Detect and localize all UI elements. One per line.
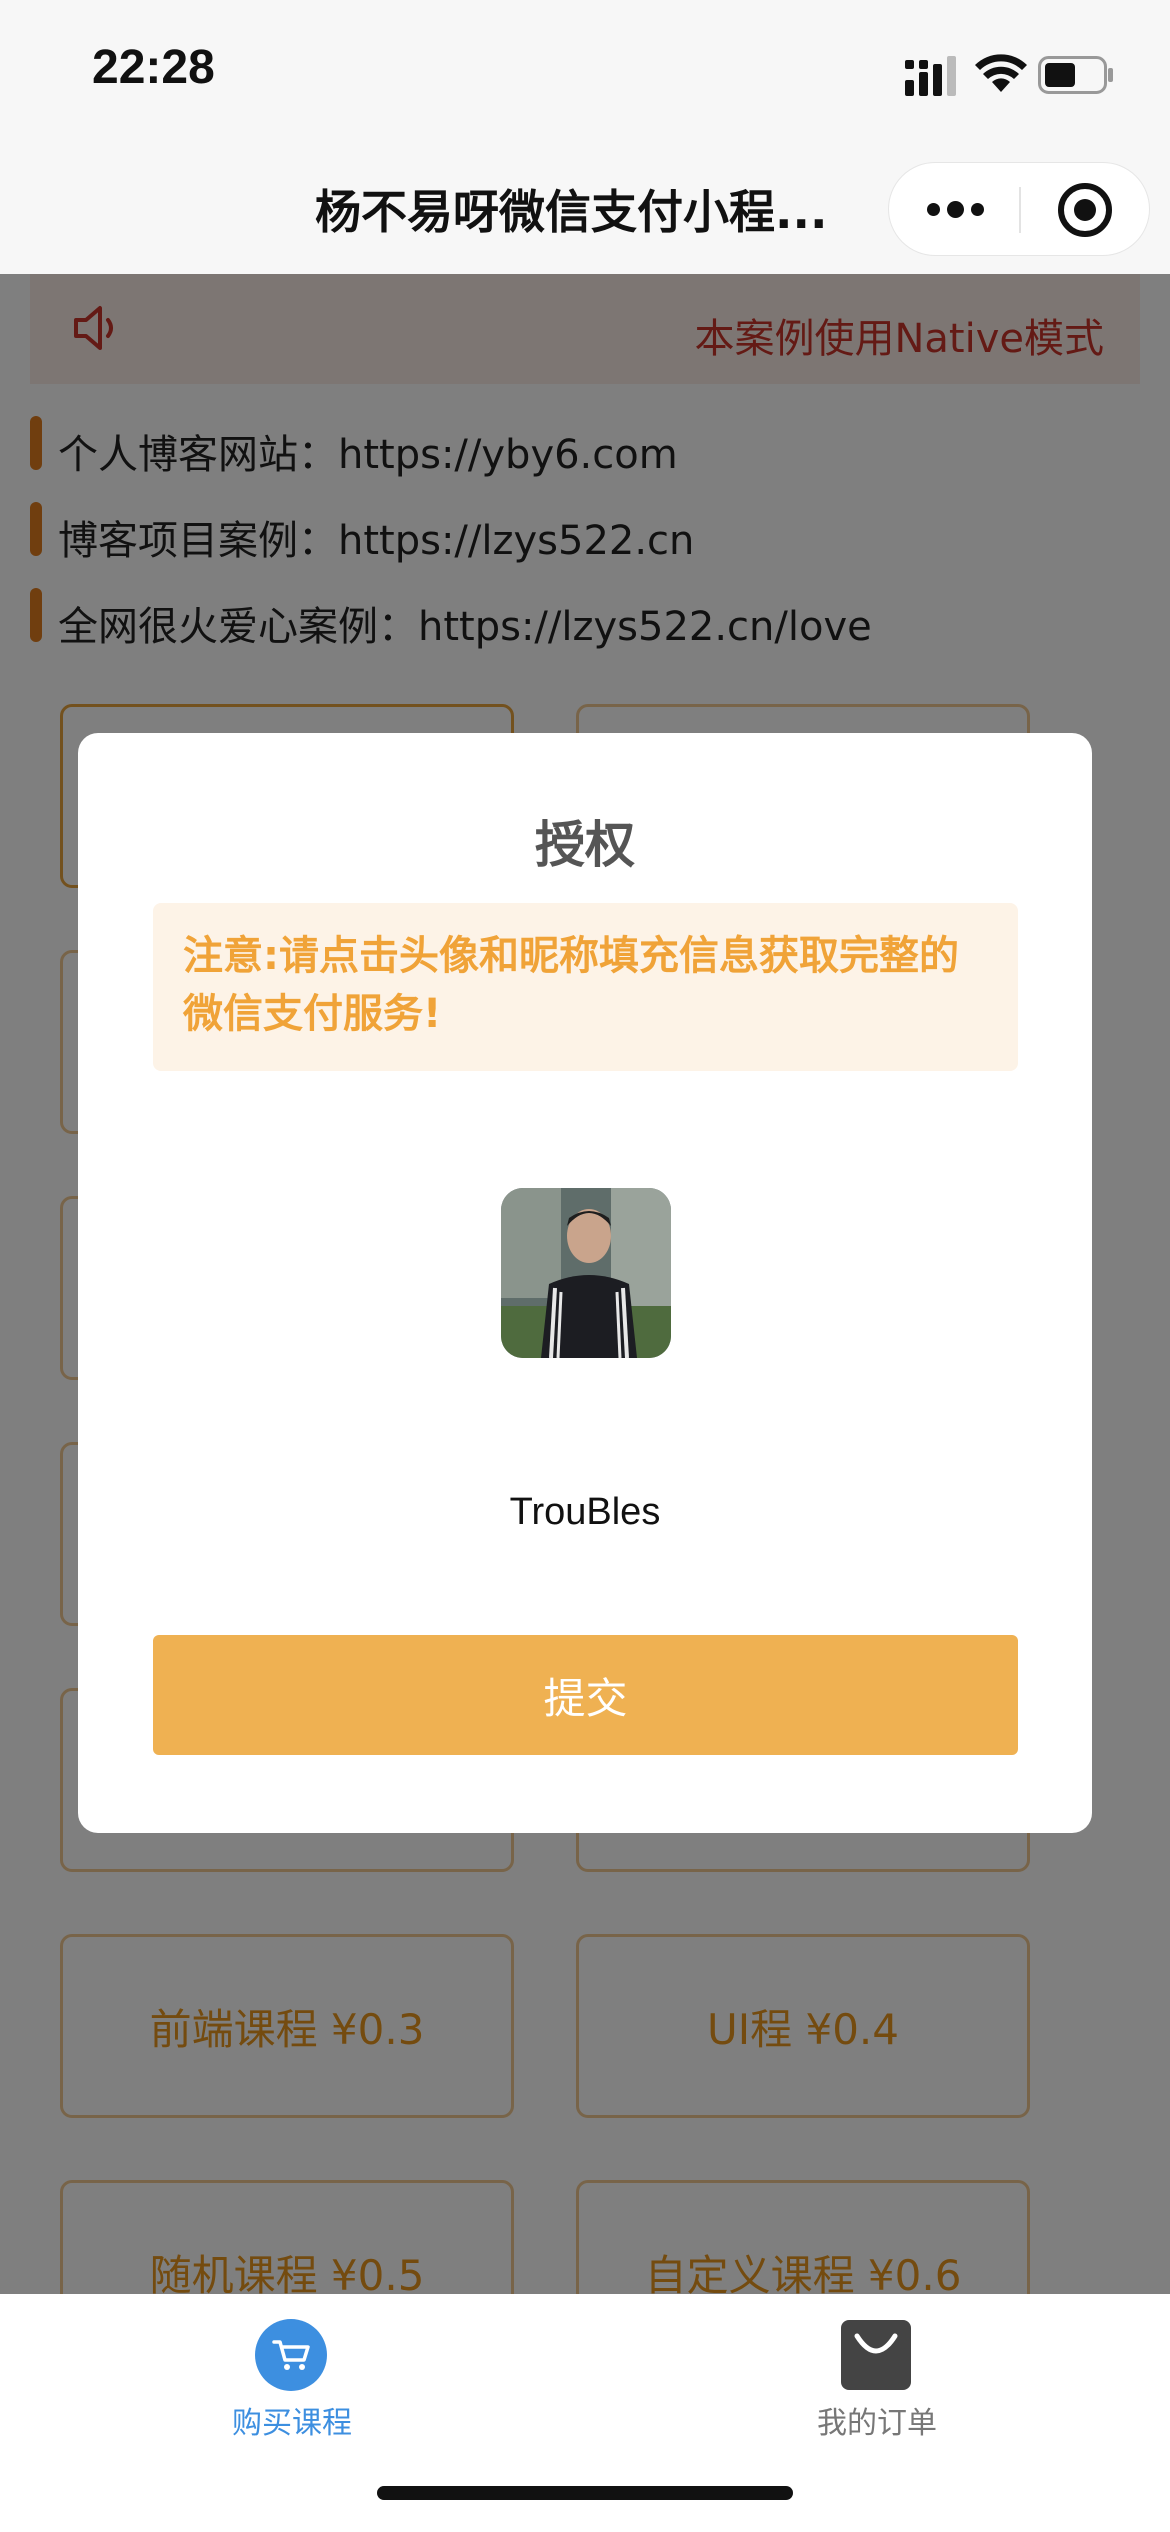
wifi-icon: [975, 54, 1027, 92]
bag-icon: [841, 2320, 911, 2390]
nav-bar: 杨不易呀微信支付小程...: [0, 146, 1170, 274]
nickname-field[interactable]: TrouBles: [78, 1491, 1092, 1534]
more-button[interactable]: [889, 163, 1019, 257]
more-dot-icon: [947, 201, 964, 218]
submit-button[interactable]: 提交: [153, 1635, 1018, 1755]
home-indicator: [377, 2486, 793, 2500]
more-dot-icon: [971, 203, 984, 216]
avatar-photo: [501, 1188, 671, 1358]
more-dot-icon: [927, 203, 940, 216]
modal-title: 授权: [535, 816, 635, 874]
close-mini-program-button[interactable]: [1021, 163, 1151, 257]
warning-notice: 注意:请点击头像和昵称填充信息获取完整的微信支付服务!: [153, 903, 1018, 1071]
auth-modal: 授权 注意:请点击头像和昵称填充信息获取完整的微信支付服务! TrouBles …: [78, 733, 1092, 1833]
tab-label: 购买课程: [232, 2406, 352, 2441]
tab-my-orders[interactable]: 我的订单: [727, 2304, 1027, 2444]
page-title: 杨不易呀微信支付小程...: [315, 185, 828, 239]
mini-program-capsule: [888, 162, 1150, 256]
avatar[interactable]: [501, 1188, 671, 1358]
tab-buy-course[interactable]: 购买课程: [142, 2304, 442, 2444]
cart-icon: [255, 2319, 327, 2391]
tab-label: 我的订单: [817, 2406, 937, 2441]
signal-icon: [905, 56, 956, 96]
status-bar: 22:28: [0, 0, 1170, 146]
battery-icon: [1038, 56, 1113, 94]
status-time: 22:28: [92, 41, 215, 94]
